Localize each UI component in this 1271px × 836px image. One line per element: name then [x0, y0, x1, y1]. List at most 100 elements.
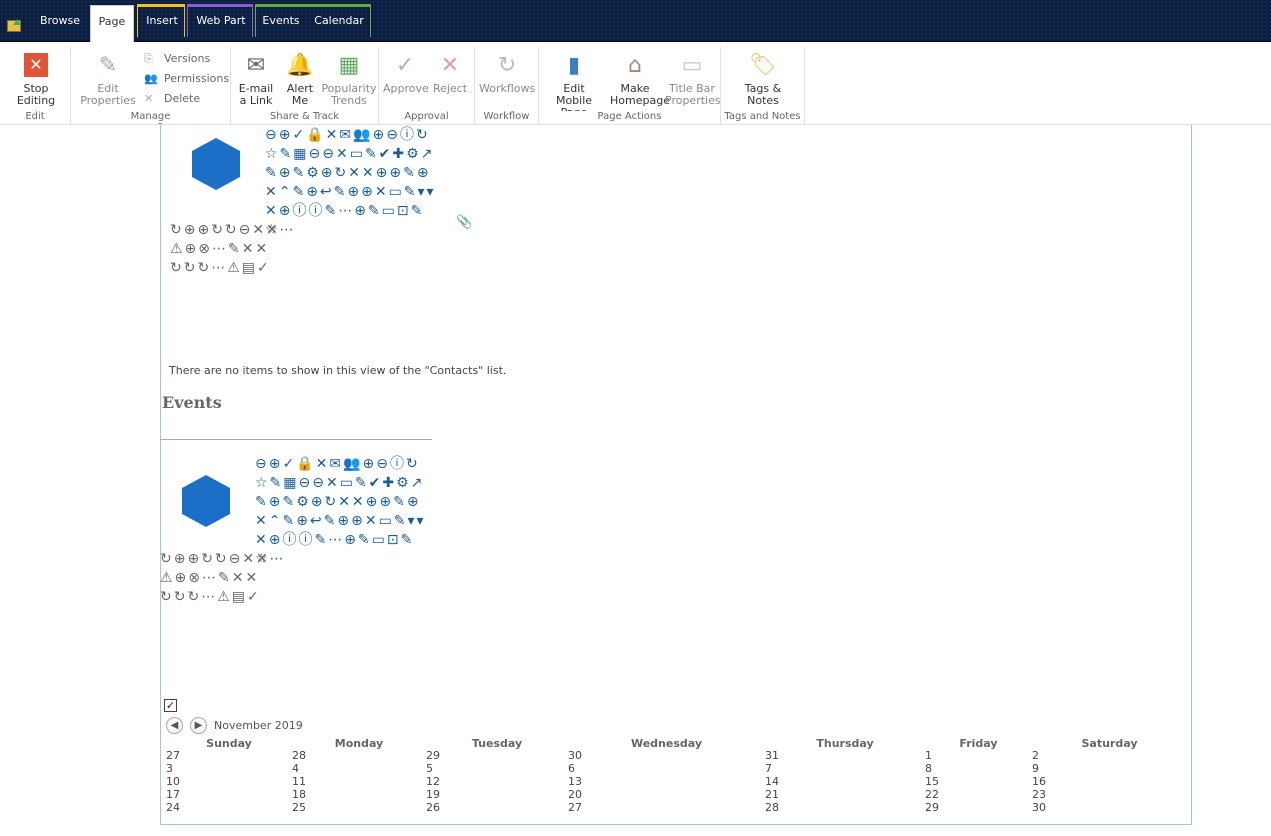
select-checkbox[interactable]: ✓ [164, 699, 177, 712]
calendar-day[interactable]: 7 [765, 762, 772, 775]
calendar-day[interactable]: 8 [925, 762, 932, 775]
tab-browse[interactable]: Browse [36, 5, 84, 37]
edit-mobile-page-button[interactable]: ▮Edit Mobile Page [543, 49, 605, 119]
label: Approve [383, 82, 429, 95]
calendar-day[interactable]: 23 [1032, 788, 1046, 801]
group-label: Manage [71, 111, 230, 123]
label: Popularity Trends [321, 82, 377, 107]
previous-month-button[interactable]: ◀ [166, 717, 183, 734]
versions-button[interactable]: ⎘ Versions [144, 49, 210, 69]
group-label: Workflow [475, 111, 538, 123]
edit-properties-button[interactable]: ✎ Edit Properties [75, 49, 141, 107]
broken-sprite-image: ⊖⊕✓🔒✕✉👥⊕⊖ⓘ↻☆✎▦⊖⊖✕▭✎✔✚⚙↗✎⊕✎⚙⊕↻✕✕⊕⊕✎⊕✕⌃✎⊕↩… [160, 456, 426, 605]
day-header: Saturday [1081, 737, 1138, 750]
calendar-day[interactable]: 30 [568, 749, 582, 762]
make-homepage-button[interactable]: ⌂ Make Homepage [605, 49, 670, 107]
calendar-day[interactable]: 17 [166, 788, 180, 801]
day-header: Wednesday [630, 737, 703, 750]
group-approval: ✓ Approve ✕ Reject Approval [379, 47, 475, 124]
calendar-day[interactable]: 27 [568, 801, 582, 814]
check-icon: ✓ [395, 53, 415, 78]
calendar-day[interactable]: 18 [292, 788, 306, 801]
calendar-day[interactable]: 5 [426, 762, 433, 775]
approve-button[interactable]: ✓ Approve [383, 49, 429, 95]
delete-page-button[interactable]: ✕Delete Page [144, 89, 230, 124]
calendar-day[interactable]: 14 [765, 775, 779, 788]
tab-page[interactable]: Page [90, 5, 134, 42]
label: Alert Me [286, 82, 314, 107]
popularity-trends-button[interactable]: ▦ Popularity Trends [321, 49, 377, 107]
calendar-day[interactable]: 4 [292, 762, 299, 775]
calendar-day[interactable]: 6 [568, 762, 575, 775]
calendar-day[interactable]: 31 [765, 749, 779, 762]
calendar-day[interactable]: 16 [1032, 775, 1046, 788]
tab-insert[interactable]: Insert [140, 5, 184, 37]
group-workflow: ↻ Workflows Workflow [475, 47, 539, 124]
calendar-day[interactable]: 10 [166, 775, 180, 788]
group-label: Tags and Notes [721, 111, 804, 123]
label: Edit Properties [80, 82, 136, 107]
excel-icon: ▦ [338, 53, 360, 78]
workflow-icon: ↻ [497, 53, 517, 78]
tab-events[interactable]: Events [260, 5, 302, 37]
label: Permissions [164, 72, 230, 85]
calendar-day[interactable]: 2 [1032, 749, 1039, 762]
stop-editing-button[interactable]: ✕ Stop Editing▾ [4, 49, 68, 119]
app-hex-icon [182, 475, 230, 527]
calendar-day[interactable]: 29 [426, 749, 440, 762]
calendar-day[interactable]: 13 [568, 775, 582, 788]
calendar-day[interactable]: 28 [292, 749, 306, 762]
group-share-track: ✉ E-mail a Link 🔔 Alert Me ▦ Popularity Tre… [231, 47, 379, 124]
label: Tags & Notes [744, 82, 782, 107]
permissions-button[interactable]: 👥 Permissions [144, 69, 229, 89]
email-link-button[interactable]: ✉ E-mail a Link [233, 49, 279, 107]
label: Stop Editing [16, 82, 56, 107]
day-header: Thursday [816, 737, 874, 750]
home-icon: ⌂ [628, 53, 642, 78]
calendar-day[interactable]: 27 [166, 749, 180, 762]
calendar-day[interactable]: 12 [426, 775, 440, 788]
calendar-day[interactable]: 22 [925, 788, 939, 801]
label: Make Homepage [610, 82, 670, 107]
tag-icon: 🏷 [749, 53, 777, 78]
next-month-button[interactable]: ▶ [190, 717, 207, 734]
calendar-day[interactable]: 25 [292, 801, 306, 814]
calendar-day[interactable]: 28 [765, 801, 779, 814]
title-bar-properties-button[interactable]: ▭ Title Bar Properties [665, 49, 721, 107]
calendar-day[interactable]: 20 [568, 788, 582, 801]
tab-web-part[interactable]: Web Part [190, 5, 252, 37]
calendar-day[interactable]: 3 [166, 762, 173, 775]
delete-icon: ✕ [144, 92, 154, 105]
calendar-day[interactable]: 21 [765, 788, 779, 801]
title-bar-icon: ▭ [681, 53, 703, 78]
calendar-day[interactable]: 26 [426, 801, 440, 814]
calendar-day[interactable]: 15 [925, 775, 939, 788]
label: Versions [164, 52, 211, 65]
reject-icon: ✕ [440, 53, 460, 78]
group-label: Page Actions [539, 111, 720, 123]
site-actions-icon[interactable] [7, 19, 21, 32]
calendar-day[interactable]: 19 [426, 788, 440, 801]
tab-calendar[interactable]: Calendar [310, 5, 368, 37]
day-header: Tuesday [471, 737, 523, 750]
group-tags-notes: 🏷 Tags & Notes Tags and Notes [721, 47, 805, 124]
day-header: Monday [334, 737, 384, 750]
group-label: Edit [0, 111, 70, 123]
calendar-month-title: November 2019 [214, 719, 303, 732]
alert-me-button[interactable]: 🔔 Alert Me [281, 49, 319, 107]
reject-button[interactable]: ✕ Reject [429, 49, 471, 95]
workflows-button[interactable]: ↻ Workflows [479, 49, 535, 95]
calendar-day[interactable]: 9 [1032, 762, 1039, 775]
divider [160, 439, 432, 440]
group-page-actions: ▮Edit Mobile Page ⌂ Make Homepage ▭ Title … [539, 47, 721, 124]
paperclip-icon: 📎 [456, 215, 473, 230]
calendar-day[interactable]: 24 [166, 801, 180, 814]
day-header: Sunday [206, 737, 252, 750]
calendar-day[interactable]: 11 [292, 775, 306, 788]
empty-list-message: There are no items to show in this view … [169, 364, 507, 377]
label: Workflows [479, 82, 536, 95]
calendar-day[interactable]: 29 [925, 801, 939, 814]
tags-notes-button[interactable]: 🏷 Tags & Notes [731, 49, 795, 107]
calendar-day[interactable]: 1 [925, 749, 932, 762]
calendar-day[interactable]: 30 [1032, 801, 1046, 814]
